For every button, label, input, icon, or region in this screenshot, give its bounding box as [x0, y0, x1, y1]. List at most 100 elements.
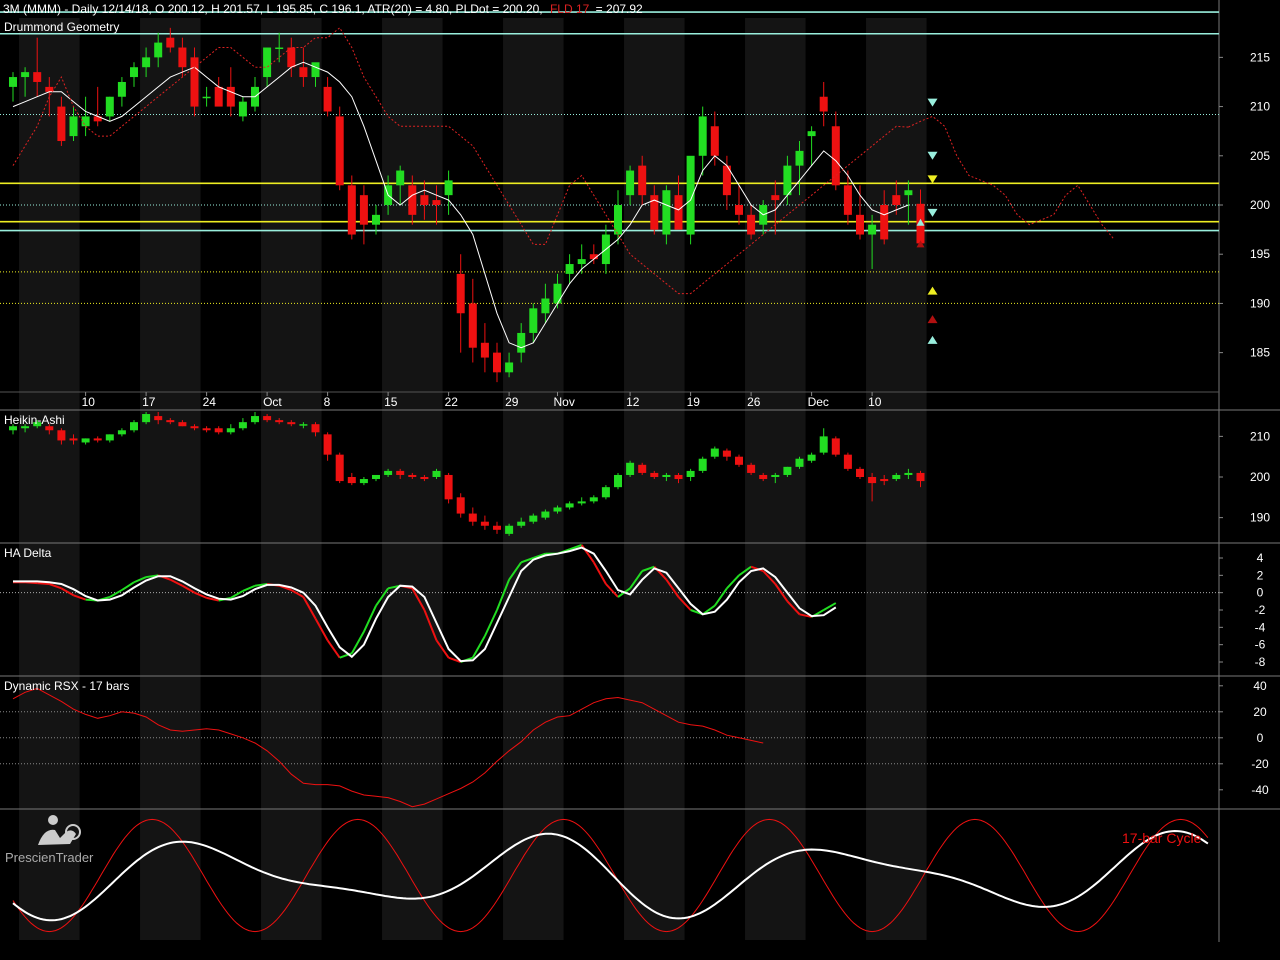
candle-body — [166, 420, 175, 423]
candle-body — [553, 507, 562, 512]
candle-body — [396, 470, 405, 475]
week-band — [503, 18, 564, 940]
candle-body — [638, 464, 647, 473]
fld-label: FLD 17 — [550, 2, 590, 16]
candle-body — [384, 470, 393, 475]
y-tick-label: 0 — [1257, 586, 1264, 600]
candle-body — [843, 454, 852, 469]
x-tick-label: 8 — [324, 395, 331, 409]
x-tick-label: 12 — [626, 395, 640, 409]
candle-body — [819, 96, 828, 112]
candle-body — [856, 214, 864, 235]
candle-body — [807, 131, 816, 137]
candle-body — [456, 497, 465, 514]
y-tick-label: 2 — [1257, 568, 1264, 582]
candle-body — [868, 477, 877, 484]
candle-body — [541, 298, 550, 314]
candle-body — [795, 150, 804, 166]
candle-body — [614, 474, 622, 488]
candle-body — [541, 511, 550, 518]
candle-body — [323, 434, 332, 455]
candle-body — [529, 308, 538, 333]
candle-body — [396, 170, 405, 186]
y-tick-label: 205 — [1250, 149, 1270, 163]
candle-body — [807, 454, 816, 461]
candle-body — [444, 474, 453, 500]
y-tick-label: 200 — [1250, 470, 1270, 484]
candle-body — [892, 195, 901, 205]
y-tick-label: -4 — [1255, 620, 1266, 634]
candle-body — [142, 414, 151, 423]
candle-body — [698, 458, 707, 471]
candle-body — [710, 126, 719, 156]
candle-body — [214, 86, 223, 107]
candle-body — [275, 47, 284, 50]
candle-body — [408, 185, 417, 215]
candle-body — [517, 521, 526, 526]
candle-body — [880, 479, 889, 482]
week-band — [261, 18, 322, 940]
candle-body — [626, 170, 635, 196]
candle-body — [650, 472, 659, 477]
candle-body — [372, 474, 380, 480]
candle-body — [880, 205, 889, 240]
candle-body — [892, 474, 901, 480]
candle-body — [263, 47, 272, 78]
candle-body — [589, 497, 598, 502]
x-tick-label: 29 — [505, 395, 519, 409]
candle-body — [529, 515, 538, 522]
candle-body — [81, 116, 90, 127]
candle-body — [505, 525, 514, 534]
candle-body — [747, 464, 756, 473]
y-tick-label: 200 — [1250, 198, 1270, 212]
candle-body — [311, 424, 320, 433]
candle-body — [226, 428, 235, 433]
y-tick-label: -2 — [1255, 603, 1266, 617]
candle-body — [432, 470, 441, 477]
candle-body — [408, 474, 417, 477]
candle-body — [347, 477, 356, 484]
candle-body — [856, 468, 864, 477]
candle-body — [142, 57, 151, 68]
candle-body — [69, 116, 78, 137]
candle-body — [577, 259, 586, 265]
x-tick-label: 15 — [384, 395, 398, 409]
candle-body — [444, 180, 453, 196]
candle-body — [130, 67, 138, 78]
candle-body — [359, 479, 368, 484]
x-tick-label: 19 — [687, 395, 701, 409]
candle-body — [190, 426, 199, 429]
candle-body — [783, 165, 792, 196]
candle-body — [311, 62, 320, 78]
candle-body — [154, 416, 163, 421]
y-tick-label: -20 — [1251, 757, 1269, 771]
candle-body — [372, 214, 380, 225]
y-tick-label: 185 — [1250, 346, 1270, 360]
candle-body — [21, 72, 30, 78]
candle-body — [480, 521, 489, 526]
candle-body — [117, 430, 126, 435]
y-tick-label: 40 — [1253, 679, 1267, 693]
y-tick-label: 20 — [1253, 705, 1267, 719]
candle-body — [69, 438, 78, 441]
candle-body — [323, 86, 332, 112]
candle-body — [577, 501, 586, 504]
candle-body — [493, 352, 501, 373]
x-tick-label: 24 — [203, 395, 217, 409]
candle-body — [819, 436, 828, 453]
x-tick-label: 17 — [142, 395, 156, 409]
candle-body — [117, 81, 126, 97]
y-tick-label: -40 — [1251, 783, 1269, 797]
candle-body — [45, 86, 54, 92]
candle-body — [904, 190, 913, 196]
candle-body — [238, 101, 247, 117]
candle-body — [420, 195, 429, 205]
candle-body — [517, 332, 526, 353]
candle-body — [904, 472, 913, 475]
y-tick-label: 190 — [1250, 511, 1270, 525]
candle-body — [178, 422, 187, 427]
candle-body — [238, 422, 247, 429]
candle-body — [662, 474, 671, 477]
candle-body — [178, 47, 187, 68]
y-tick-label: 215 — [1250, 50, 1270, 64]
